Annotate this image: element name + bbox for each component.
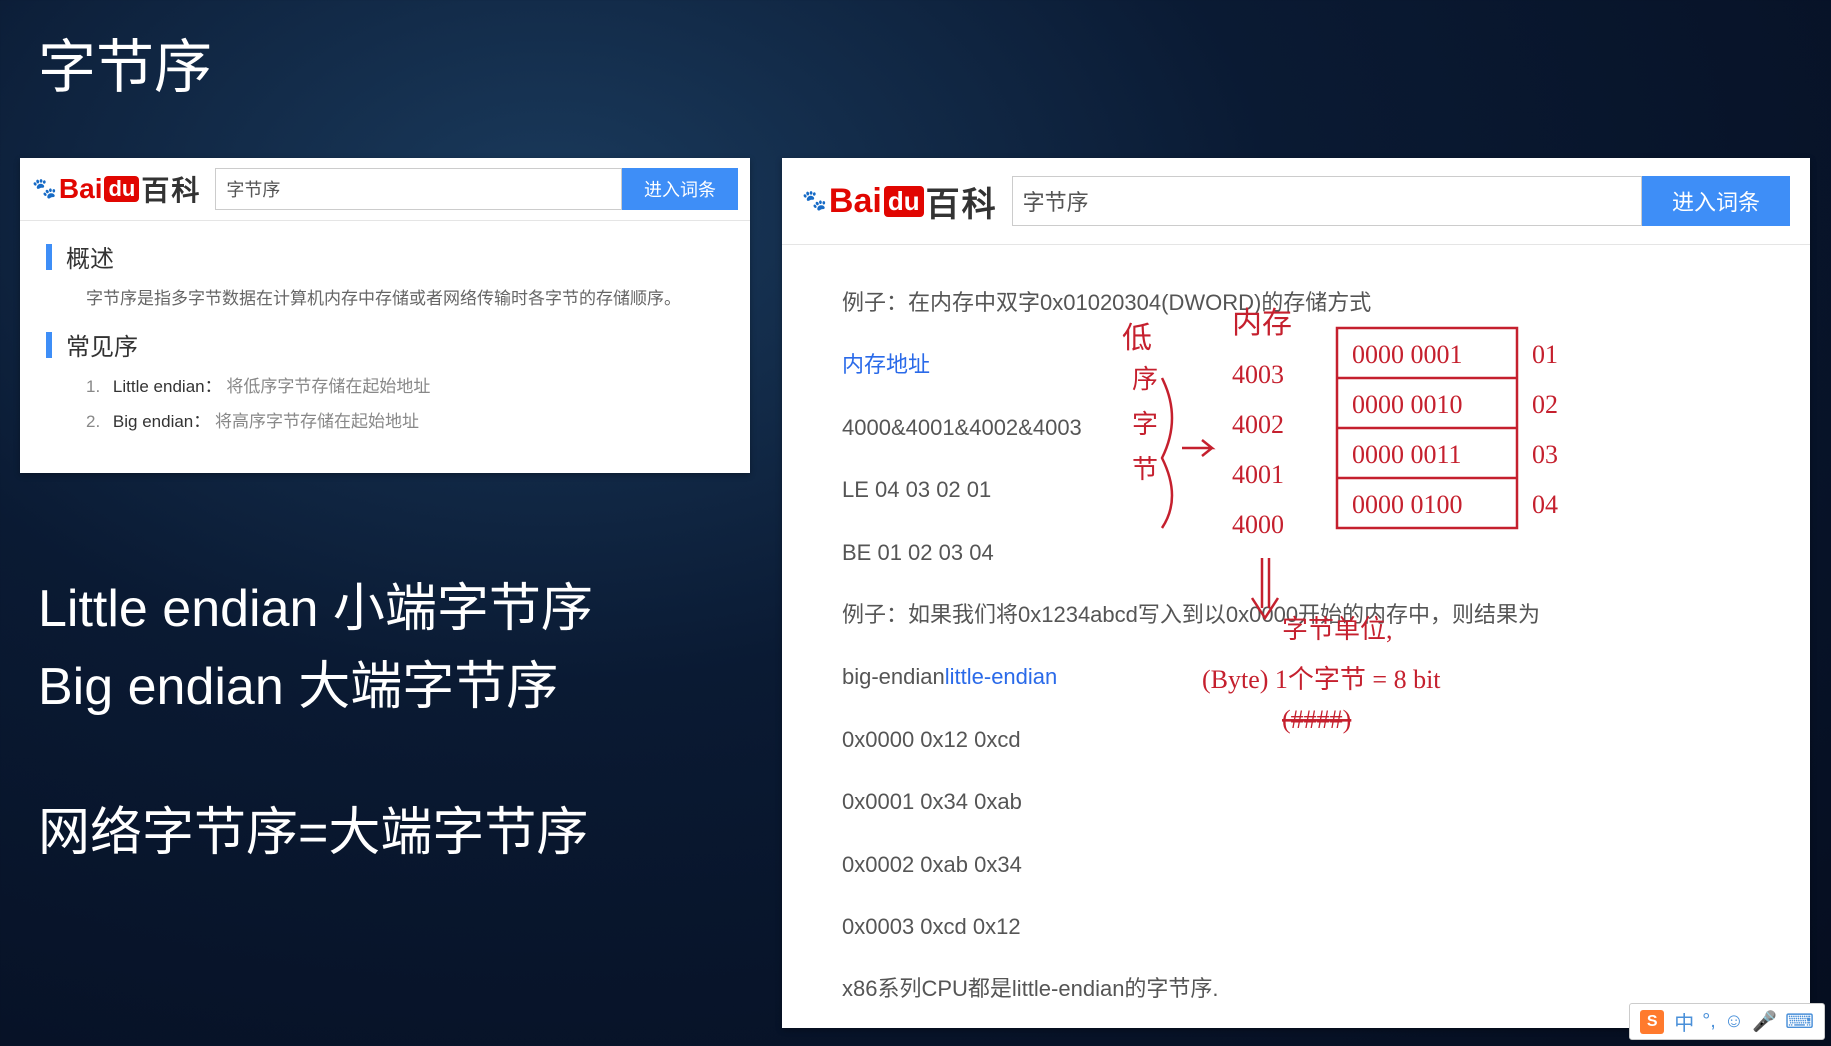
little-endian-link[interactable]: little-endian xyxy=(945,664,1058,689)
search-bar: 🐾 Bai du 百科 进入词条 xyxy=(782,158,1810,245)
example1: 例子：在内存中双字0x01020304(DWORD)的存储方式 xyxy=(842,279,1750,327)
baike-panel-right: 🐾 Bai du 百科 进入词条 例子：在内存中双字0x01020304(DWO… xyxy=(782,158,1810,1028)
slide-endian-lines: Little endian 小端字节序 Big endian 大端字节序 xyxy=(38,570,593,726)
list-def: 将高序字节存储在起始地址 xyxy=(215,412,419,431)
list-item: 2. Big endian： 将高序字节存储在起始地址 xyxy=(86,407,724,432)
section-overview: 概述 字节序是指多字节数据在计算机内存中存储或者网络传输时各字节的存储顺序。 常… xyxy=(20,221,750,432)
logo-bai: Bai xyxy=(59,173,103,205)
list-num: 1. xyxy=(86,377,100,396)
common-list: 1. Little endian： 将低序字节存储在起始地址 2. Big en… xyxy=(86,372,724,432)
example2: 例子：如果我们将0x1234abcd写入到以0x0000开始的内存中，则结果为 xyxy=(842,591,1750,639)
row-1: 0x0001 0x34 0xab xyxy=(842,778,1750,826)
search-button[interactable]: 进入词条 xyxy=(1642,176,1790,226)
logo-bai: Bai xyxy=(829,182,882,221)
cpu-line: x86系列CPU都是little-endian的字节序. xyxy=(842,965,1750,1013)
logo-du: du xyxy=(104,176,139,202)
paw-icon: 🐾 xyxy=(802,195,827,207)
list-def: 将低序字节存储在起始地址 xyxy=(226,377,430,396)
line-network: 网络字节序=大端字节序 xyxy=(38,790,588,865)
row-3: 0x0003 0xcd 0x12 xyxy=(842,903,1750,951)
section-title-overview: 概述 xyxy=(46,239,724,274)
baike-panel-left: 🐾 Bai du 百科 进入词条 概述 字节序是指多字节数据在计算机内存中存储或… xyxy=(20,158,750,473)
line-little: Little endian 小端字节序 xyxy=(38,570,593,648)
section-title-common: 常见序 xyxy=(46,327,724,362)
search-bar: 🐾 Bai du 百科 进入词条 xyxy=(20,158,750,221)
baidu-baike-logo: 🐾 Bai du 百科 xyxy=(802,177,998,226)
line-big: Big endian 大端字节序 xyxy=(38,648,593,726)
list-term: Little endian： xyxy=(113,377,222,396)
article-content: 例子：在内存中双字0x01020304(DWORD)的存储方式 内存地址 400… xyxy=(782,245,1810,1046)
search-input[interactable] xyxy=(1012,176,1642,226)
be-line: BE 01 02 03 04 xyxy=(842,529,1750,577)
overview-desc: 字节序是指多字节数据在计算机内存中存储或者网络传输时各字节的存储顺序。 xyxy=(86,284,724,309)
row-0: 0x0000 0x12 0xcd xyxy=(842,716,1750,764)
baidu-baike-logo: 🐾 Bai du 百科 xyxy=(32,169,201,209)
row-2: 0x0002 0xab 0x34 xyxy=(842,841,1750,889)
logo-baike: 百科 xyxy=(926,177,998,226)
search-input[interactable] xyxy=(215,168,622,210)
le-line: LE 04 03 02 01 xyxy=(842,466,1750,514)
logo-baike: 百科 xyxy=(141,169,201,209)
addresses: 4000&4001&4002&4003 xyxy=(842,404,1750,452)
list-item: 1. Little endian： 将低序字节存储在起始地址 xyxy=(86,372,724,397)
list-num: 2. xyxy=(86,412,100,431)
memaddr-link[interactable]: 内存地址 xyxy=(842,352,930,377)
big-endian-label: big-endian xyxy=(842,664,945,689)
slide-title: 字节序 xyxy=(38,20,212,104)
paw-icon: 🐾 xyxy=(32,183,57,195)
search-button[interactable]: 进入词条 xyxy=(622,168,738,210)
list-term: Big endian： xyxy=(113,412,210,431)
logo-du: du xyxy=(884,186,924,217)
